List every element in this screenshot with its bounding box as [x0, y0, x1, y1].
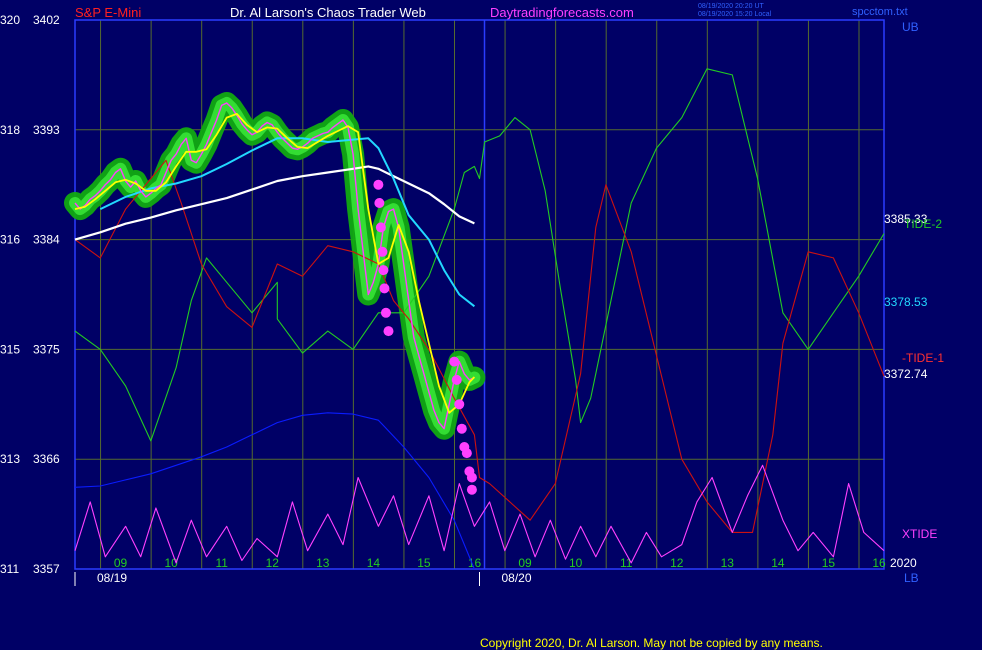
x-tick-label: 09 — [114, 556, 128, 570]
price-dot — [383, 326, 394, 337]
y-tick-left: 313 — [0, 452, 20, 466]
x-tick-label: 12 — [266, 556, 280, 570]
y-tick-left: 320 — [0, 13, 20, 27]
y-tick-left: 311 — [0, 562, 19, 576]
timestamp-local: 08/19/2020 15:20 Local — [698, 11, 772, 18]
price-dot — [454, 399, 465, 410]
lb-label: LB — [904, 571, 919, 585]
y-tick-price: 3375 — [33, 342, 60, 356]
price-dot — [373, 179, 384, 190]
tide2-label: TIDE-2 — [904, 217, 942, 231]
series-tide-1 — [74, 159, 885, 533]
grid — [74, 19, 885, 570]
price-dot — [466, 472, 477, 483]
y-tick-price: 3393 — [33, 123, 60, 137]
x-tick-label: 13 — [721, 556, 735, 570]
x-tick-label: 15 — [417, 556, 431, 570]
price-dot — [379, 283, 390, 294]
price-dot — [374, 198, 385, 208]
price-dot — [451, 374, 462, 385]
x-tick-label: 09 — [518, 556, 532, 570]
x-tick-label: 15 — [822, 556, 836, 570]
instrument-title: S&P E-Mini — [75, 5, 141, 20]
y-tick-price: 3402 — [33, 13, 60, 27]
y-tick-left: 316 — [0, 233, 20, 247]
y-tick-left: 315 — [0, 342, 20, 356]
xtide-label: XTIDE — [902, 527, 937, 541]
y-tick-left: 318 — [0, 123, 20, 137]
chaos-trader-chart: S&P E-Mini Dr. Al Larson's Chaos Trader … — [0, 3, 944, 650]
y-tick-price: 3366 — [33, 452, 60, 466]
timestamp-ut: 08/19/2020 20:20 UT — [698, 3, 764, 10]
x-tick-label: 12 — [670, 556, 684, 570]
chart-window: S&P E-Mini Dr. Al Larson's Chaos Trader … — [0, 0, 982, 650]
date-label: 08/20 — [502, 571, 532, 585]
x-tick-label: 13 — [316, 556, 330, 570]
ub-label: UB — [902, 20, 919, 34]
price-dot — [456, 423, 467, 434]
price-dot — [466, 484, 477, 495]
series-cyan-ma — [99, 137, 476, 308]
price-dot — [461, 448, 472, 459]
price-glow — [64, 92, 486, 440]
year-label: 2020 — [890, 556, 917, 570]
data-file-name: spcctom.txt — [852, 6, 908, 18]
x-tick-label: 11 — [215, 556, 228, 570]
x-tick-label: 14 — [367, 556, 381, 570]
y-tick-price: 3384 — [33, 233, 60, 247]
price-dot — [375, 222, 386, 233]
y-axis-labels: 320 3402 318 3393 316 3384 315 3375 313 3366 311 33… — [0, 13, 60, 576]
price-dot — [378, 265, 389, 276]
x-tick-label: 16 — [872, 556, 886, 570]
x-axis-labels: 09 10 11 12 13 14 15 16 09 10 11 12 13 14 15 1608/19 08/… — [74, 556, 886, 586]
price-dot — [380, 307, 391, 318]
x-tick-label: 10 — [569, 556, 583, 570]
site-url: Daytradingforecasts.com — [490, 5, 634, 20]
price-dot — [377, 246, 388, 257]
ma-cyan-value: 3378.53 — [884, 295, 928, 309]
x-tick-label: 14 — [771, 556, 785, 570]
price-dot — [449, 356, 460, 367]
site-title: Dr. Al Larson's Chaos Trader Web — [230, 5, 426, 20]
series-layer — [64, 68, 885, 570]
copyright: Copyright 2020, Dr. Al Larson. May not b… — [480, 636, 823, 650]
plot-frame — [74, 19, 885, 570]
y-tick-price: 3357 — [33, 562, 60, 576]
series-xtide — [74, 464, 885, 564]
tide1-label: -TIDE-1 — [902, 351, 944, 365]
ma-yellow-value: 3372.74 — [884, 367, 928, 381]
right-labels: UB3385.33TIDE-23378.53-TIDE-13372.74XTID… — [884, 20, 944, 585]
date-label: 08/19 — [97, 571, 127, 585]
